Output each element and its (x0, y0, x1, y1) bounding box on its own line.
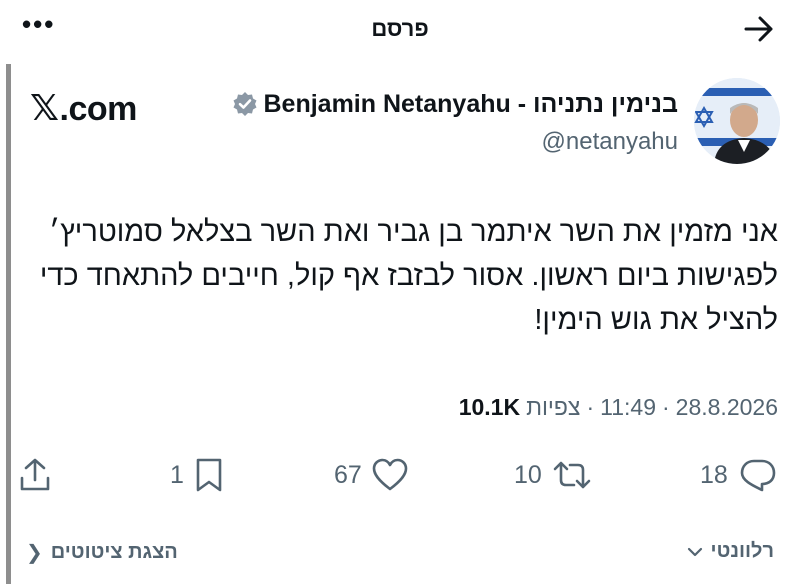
tweet-meta: 28.8.2026 · 11:49 · צפיות 10.1K (459, 394, 778, 421)
chevron-left-icon: ❮ (26, 542, 43, 564)
x-com-text: .com (59, 90, 138, 128)
chevron-down-icon (687, 547, 702, 556)
action-bar: 1 67 10 18 (0, 452, 800, 498)
tweet-line: לפגישות ביום ראשון. אסור לבזבז אף קול, ח… (39, 260, 778, 292)
quote-bar (6, 64, 11, 584)
tweet-time[interactable]: 11:49 (600, 394, 656, 421)
heart-icon (372, 458, 408, 491)
bookmark-button[interactable]: 1 (170, 452, 224, 498)
top-bar: ••• פרסם (0, 0, 800, 58)
author-name-row: בנימין נתניהו - Benjamin Netanyahu (232, 88, 679, 120)
meta-separator: · (586, 394, 595, 420)
x-com-logo: 𝕏 .com (30, 88, 137, 129)
author-handle[interactable]: @netanyahu (542, 128, 678, 156)
tweet-line: אני מזמין את השר איתמר בן גביר ואת השר ב… (49, 216, 778, 248)
retweet-icon (553, 461, 591, 489)
author-name[interactable]: בנימין נתניהו - Benjamin Netanyahu (264, 90, 679, 119)
x-logo-icon: 𝕏 (30, 88, 59, 129)
bookmark-icon (196, 458, 222, 492)
footer-bar: הצגת ציטוטים ❮ רלוונטי (0, 540, 800, 570)
arrow-right-icon[interactable] (742, 14, 776, 44)
reply-icon (740, 459, 776, 492)
share-button[interactable] (18, 452, 52, 498)
show-quotes-link[interactable]: הצגת ציטוטים ❮ (26, 540, 178, 565)
relevant-label: רלוונטי (710, 540, 774, 562)
show-quotes-label: הצגת ציטוטים (50, 541, 178, 563)
retweet-button[interactable]: 10 (514, 452, 592, 498)
page-title: פרסם (371, 16, 429, 41)
avatar[interactable] (694, 78, 780, 164)
retweet-count: 10 (514, 460, 542, 489)
tweet-line: להציל את גוש הימין! (534, 304, 778, 336)
like-count: 67 (334, 460, 362, 489)
bookmark-count: 1 (170, 460, 184, 489)
meta-separator: · (662, 394, 670, 420)
reply-button[interactable]: 18 (700, 452, 778, 498)
sort-relevant-dropdown[interactable]: רלוונטי (687, 540, 774, 563)
verified-badge-icon (233, 92, 256, 116)
share-icon (20, 458, 50, 491)
reply-count: 18 (700, 460, 728, 489)
tweet-date[interactable]: 28.8.2026 (676, 394, 778, 421)
tweet-text: אני מזמין את השר איתמר בן גביר ואת השר ב… (20, 210, 778, 342)
views-count[interactable]: 10.1K (459, 394, 520, 421)
views-label: צפיות (526, 394, 581, 420)
like-button[interactable]: 67 (334, 452, 408, 498)
